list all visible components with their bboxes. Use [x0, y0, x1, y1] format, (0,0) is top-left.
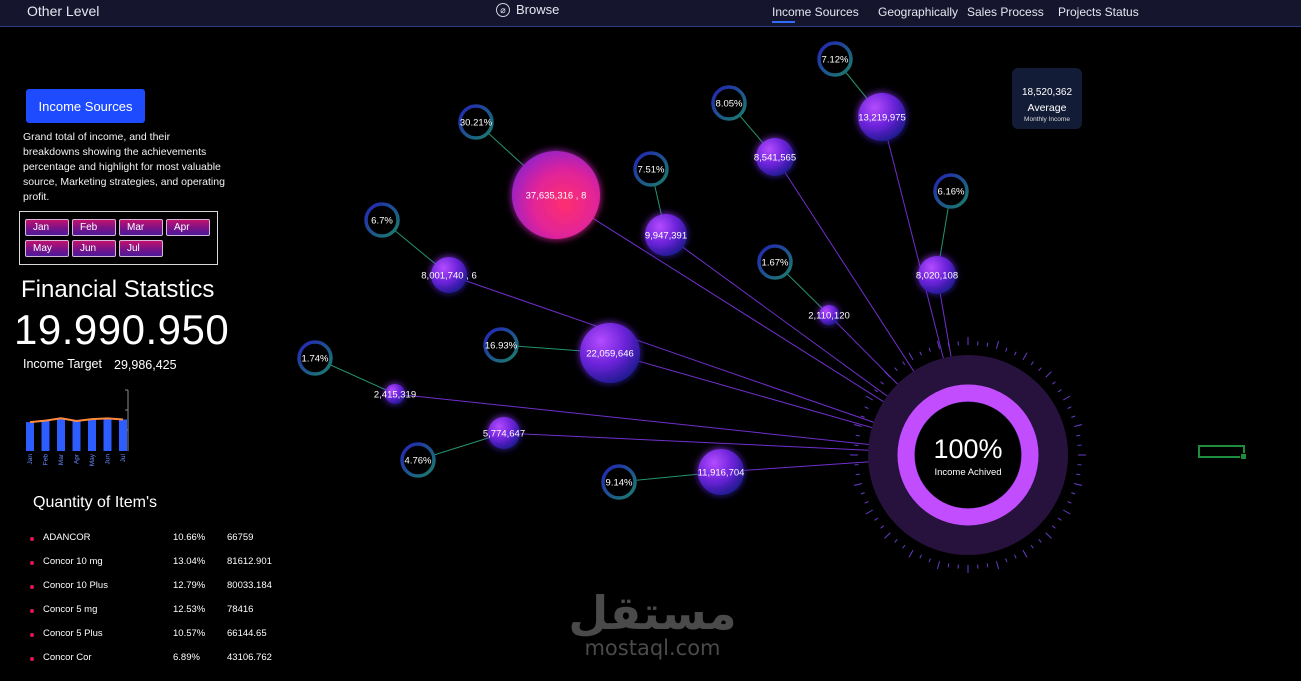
gauge-tick: [1067, 406, 1072, 409]
bubble-value-label: 2,415,319: [374, 390, 416, 401]
average-monthly-card: 18,520,362 Average Monthly Income: [1012, 68, 1082, 129]
gauge-tick: [928, 558, 931, 563]
gauge-label: Income Achived: [934, 467, 1001, 478]
income-bubble-chart: 100% Income Achived 30.21% 37,635,316 , 8 7…: [297, 41, 1086, 573]
gauge-tick: [986, 563, 989, 568]
bubble-value-label: 2,110,120: [808, 311, 850, 322]
gauge-tick: [1071, 415, 1076, 418]
gauge-tick: [894, 538, 898, 543]
selected-cell[interactable]: [1198, 445, 1247, 460]
bubble-value-label: 11,916,704: [698, 468, 745, 479]
percent-label: 8.05%: [716, 99, 743, 110]
gauge-tick: [1045, 532, 1052, 539]
percent-label: 9.14%: [606, 478, 633, 489]
gauge-tick: [936, 561, 941, 570]
gauge-tick: [1051, 525, 1056, 529]
percent-label: 16.93%: [485, 341, 518, 352]
gauge-tick: [1038, 367, 1042, 372]
gauge-tick: [1051, 381, 1056, 385]
gauge-tick: [1038, 538, 1042, 543]
gauge-tick: [1022, 550, 1028, 558]
gauge-tick: [1057, 517, 1062, 521]
gauge-tick: [908, 550, 914, 558]
gauge-tick: [884, 532, 891, 539]
gauge-tick: [1005, 347, 1008, 352]
gauge-tick: [995, 561, 1000, 570]
fill-handle[interactable]: [1240, 453, 1247, 460]
gauge-tick: [908, 352, 914, 360]
average-label: Average: [1027, 102, 1067, 114]
bubble-value-label: 13,219,975: [858, 113, 906, 124]
bubble-value-label: 9,947,391: [645, 231, 687, 242]
gauge-tick: [1030, 544, 1034, 549]
bubble-value-label: 5,774,647: [483, 429, 525, 440]
gauge-tick: [864, 501, 869, 504]
gauge-tick: [855, 434, 860, 437]
gauge-tick: [894, 367, 898, 372]
watermark: مستقل mostaql.com: [565, 590, 740, 660]
gauge-tick: [1074, 482, 1083, 487]
bubble-value-label: 8,541,565: [754, 153, 796, 164]
bubble-value-label: 22,059,646: [586, 349, 634, 360]
achievement-gauge: 100% Income Achived: [850, 337, 1086, 573]
gauge-tick: [1071, 492, 1076, 495]
gauge-tick: [947, 342, 950, 347]
percent-label: 1.74%: [302, 354, 329, 365]
gauge-tick: [860, 492, 865, 495]
gauge-tick: [1005, 558, 1008, 563]
gauge-tick: [995, 340, 1000, 349]
gauge-tick: [1063, 509, 1071, 515]
average-sublabel: Monthly Income: [1024, 116, 1070, 123]
watermark-latin: mostaql.com: [584, 636, 721, 660]
gauge-tick: [855, 473, 860, 476]
gauge-tick: [865, 509, 873, 515]
gauge-tick: [1076, 434, 1081, 437]
gauge-value: 100%: [933, 434, 1002, 464]
gauge-tick: [919, 554, 922, 559]
gauge-tick: [880, 525, 885, 529]
gauge-tick: [1067, 501, 1072, 504]
gauge-tick: [919, 351, 922, 356]
gauge-tick: [1063, 395, 1071, 401]
bubble-value-label: 8,001,740 , 6: [421, 271, 476, 282]
bubble-value-label: 37,635,316 , 8: [526, 191, 587, 202]
gauge-tick: [1014, 554, 1017, 559]
percent-label: 30.21%: [460, 118, 493, 129]
gauge-tick: [986, 342, 989, 347]
gauge-tick: [853, 482, 862, 487]
gauge-tick: [1014, 351, 1017, 356]
percent-label: 7.12%: [822, 55, 849, 66]
gauge-tick: [874, 389, 879, 393]
gauge-tick: [865, 395, 873, 401]
average-value: 18,520,362: [1021, 87, 1073, 98]
gauge-tick: [928, 347, 931, 352]
bubble-value-label: 8,020,108: [916, 271, 958, 282]
gauge-tick: [947, 563, 950, 568]
gauge-tick: [864, 406, 869, 409]
gauge-tick: [880, 381, 885, 385]
gauge-tick: [860, 415, 865, 418]
gauge-tick: [902, 361, 906, 366]
gauge-tick: [1074, 423, 1083, 428]
percent-label: 6.7%: [371, 216, 393, 227]
gauge-tick: [1022, 352, 1028, 360]
gauge-tick: [1057, 389, 1062, 393]
gauge-tick: [874, 517, 879, 521]
percent-label: 1.67%: [762, 258, 789, 269]
percent-label: 4.76%: [405, 456, 432, 467]
watermark-arabic: مستقل: [568, 586, 737, 640]
percent-label: 7.51%: [638, 165, 665, 176]
gauge-tick: [1030, 361, 1034, 366]
gauge-tick: [1045, 371, 1052, 378]
gauge-tick: [884, 371, 891, 378]
gauge-tick: [1076, 473, 1081, 476]
percent-label: 6.16%: [938, 187, 965, 198]
gauge-tick: [902, 544, 906, 549]
